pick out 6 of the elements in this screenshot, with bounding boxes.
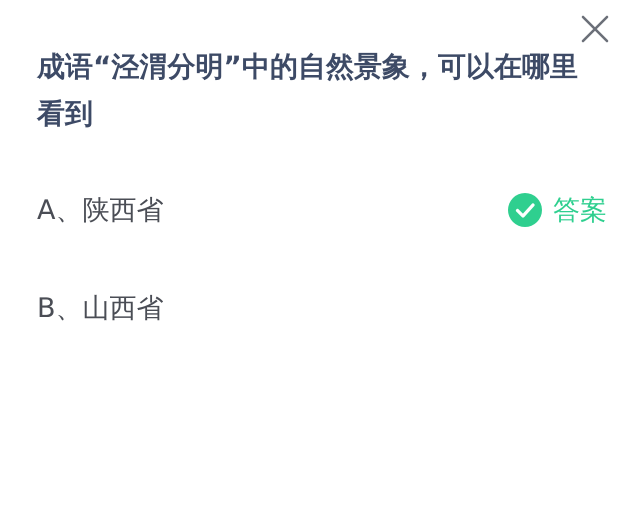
option-text[interactable]: B、山西省 <box>37 290 164 326</box>
close-icon[interactable] <box>581 15 609 43</box>
check-icon <box>508 193 542 227</box>
question-text: 成语“泾渭分明”中的自然景象，可以在哪里看到 <box>37 49 579 132</box>
answer-label: 答案 <box>553 194 607 228</box>
option-text[interactable]: A、陕西省 <box>37 192 164 228</box>
